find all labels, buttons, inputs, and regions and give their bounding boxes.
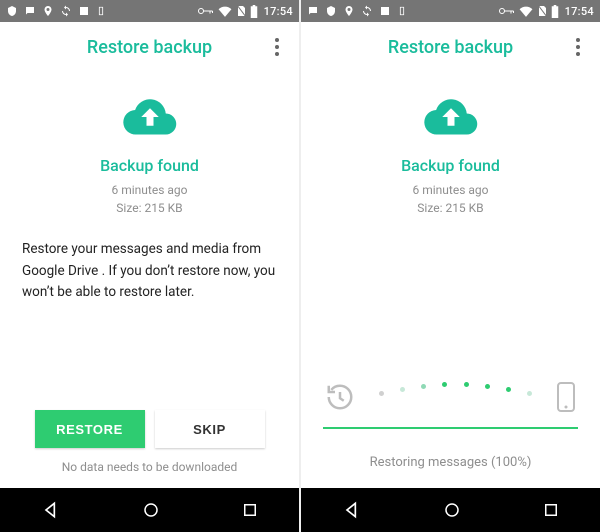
status-bar: 17:54: [0, 0, 299, 22]
nav-home-button[interactable]: [443, 501, 461, 519]
app-bar: Restore backup: [0, 22, 299, 72]
footer-note: No data needs to be downloaded: [62, 460, 238, 474]
backup-timestamp: 6 minutes ago: [413, 181, 489, 199]
backup-found-title: Backup found: [401, 156, 500, 175]
phone-icon: [556, 381, 576, 413]
transfer-dots: [363, 385, 548, 390]
restoring-panel: Restoring messages (100%): [323, 381, 578, 480]
restore-button[interactable]: RESTORE: [35, 410, 145, 448]
shield-icon: [325, 5, 337, 17]
backup-meta: 6 minutes ago Size: 215 KB: [413, 181, 489, 217]
status-clock: 17:54: [264, 5, 293, 18]
battery-icon: [551, 5, 559, 18]
backup-size: Size: 215 KB: [112, 199, 188, 217]
backup-found-title: Backup found: [100, 156, 199, 175]
app-title: Restore backup: [388, 37, 513, 58]
cloud-upload-icon: [422, 96, 480, 142]
backup-size: Size: 215 KB: [413, 199, 489, 217]
action-buttons: RESTORE SKIP: [35, 410, 265, 448]
no-sim-icon: [537, 5, 547, 17]
nav-back-button[interactable]: [41, 500, 61, 520]
content-left: Backup found 6 minutes ago Size: 215 KB …: [0, 72, 299, 488]
nav-recent-button[interactable]: [542, 501, 560, 519]
progress-bar: [323, 427, 578, 429]
image-icon: [78, 5, 90, 17]
history-icon: [325, 382, 355, 412]
sync-icon: [60, 5, 72, 17]
cloud-upload-icon: [121, 96, 179, 142]
image-icon: [379, 5, 391, 17]
key-icon: [198, 6, 214, 16]
app-bar: Restore backup: [301, 22, 600, 72]
phone-left: 17:54 Restore backup Backup found 6 minu…: [0, 0, 299, 532]
status-clock: 17:54: [565, 5, 594, 18]
shield-icon: [6, 5, 18, 17]
nav-bar: [301, 488, 600, 532]
backup-meta: 6 minutes ago Size: 215 KB: [112, 181, 188, 217]
backup-timestamp: 6 minutes ago: [112, 181, 188, 199]
battery-icon: [250, 5, 258, 18]
content-right: Backup found 6 minutes ago Size: 215 KB: [301, 72, 600, 488]
overflow-menu-button[interactable]: [265, 35, 289, 59]
phone-right: 17:54 Restore backup Backup found 6 minu…: [301, 0, 600, 532]
sync-icon: [361, 5, 373, 17]
wifi-icon: [218, 5, 232, 17]
skip-button[interactable]: SKIP: [155, 410, 265, 448]
device-icon: [96, 5, 106, 17]
no-sim-icon: [236, 5, 246, 17]
key-icon: [499, 6, 515, 16]
chat-bubble-icon: [307, 5, 319, 17]
transfer-graphic: [323, 381, 578, 413]
location-icon: [343, 5, 355, 17]
device-icon: [397, 5, 407, 17]
restore-description: Restore your messages and media from Goo…: [22, 239, 277, 304]
app-title: Restore backup: [87, 37, 212, 58]
wifi-icon: [519, 5, 533, 17]
overflow-menu-button[interactable]: [566, 35, 590, 59]
progress-text: Restoring messages (100%): [370, 455, 532, 470]
nav-recent-button[interactable]: [241, 501, 259, 519]
status-bar: 17:54: [301, 0, 600, 22]
nav-bar: [0, 488, 299, 532]
nav-back-button[interactable]: [342, 500, 362, 520]
nav-home-button[interactable]: [142, 501, 160, 519]
location-icon: [42, 5, 54, 17]
chat-bubble-icon: [24, 5, 36, 17]
